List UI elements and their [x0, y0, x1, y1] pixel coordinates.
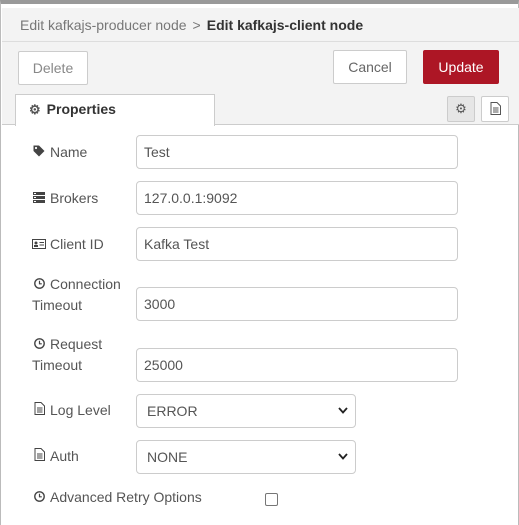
brokers-input[interactable]: 127.0.0.1:9092 — [136, 181, 458, 215]
cancel-button[interactable]: Cancel — [333, 50, 407, 84]
tab-properties[interactable]: ⚙ Properties — [15, 94, 215, 126]
file-icon — [32, 401, 46, 421]
chevron-down-icon — [337, 441, 349, 485]
file-text-icon — [490, 102, 501, 116]
gear-icon: ⚙ — [455, 101, 467, 116]
file-icon — [32, 447, 46, 467]
auth-select[interactable]: NONE — [136, 440, 356, 474]
breadcrumb-separator: > — [192, 17, 201, 33]
retry-label: Advanced Retry Options — [32, 487, 202, 508]
delete-button[interactable]: Delete — [18, 51, 88, 85]
settings-tab-button[interactable]: ⚙ — [447, 96, 475, 122]
clientid-label: Client ID — [32, 234, 104, 255]
clock-icon — [32, 275, 46, 295]
request-timeout-label-line1: Request — [50, 336, 103, 352]
brokers-label: Brokers — [32, 188, 98, 209]
log-level-label-text: Log Level — [50, 402, 111, 418]
name-label-text: Name — [50, 144, 88, 160]
connection-timeout-label-line1: Connection — [50, 276, 121, 292]
connection-timeout-label-line2: Timeout — [32, 297, 83, 313]
request-timeout-label-line2: Timeout — [32, 357, 83, 373]
log-level-label: Log Level — [32, 400, 111, 421]
name-label: Name — [32, 142, 87, 163]
breadcrumb-current: Edit kafkajs-client node — [206, 17, 364, 33]
server-icon — [32, 189, 46, 209]
retry-checkbox[interactable] — [265, 493, 278, 506]
auth-value: NONE — [147, 449, 188, 465]
gear-icon: ⚙ — [29, 102, 41, 117]
breadcrumb: Edit kafkajs-producer node > Edit kafkajs-… — [2, 8, 519, 42]
log-level-select[interactable]: ERROR — [136, 394, 356, 428]
retry-label-text: Advanced Retry Options — [50, 489, 202, 505]
connection-timeout-input[interactable]: 3000 — [136, 287, 458, 321]
clientid-label-text: Client ID — [50, 236, 104, 252]
tab-properties-label: Properties — [46, 101, 116, 117]
tray-toolbar: Delete Cancel Update — [2, 42, 519, 92]
request-timeout-input[interactable]: 25000 — [136, 348, 458, 382]
description-tab-button[interactable] — [481, 96, 509, 122]
request-timeout-label: Request Timeout — [32, 334, 102, 375]
edit-tray: Edit kafkajs-producer node > Edit kafkajs-… — [0, 0, 519, 525]
tag-icon — [32, 143, 46, 163]
auth-label: Auth — [32, 446, 79, 467]
chevron-down-icon — [337, 395, 349, 439]
name-input[interactable]: Test — [136, 135, 458, 169]
auth-label-text: Auth — [50, 448, 79, 464]
brokers-label-text: Brokers — [50, 190, 99, 206]
clock-icon — [32, 335, 46, 355]
clock-icon — [32, 488, 46, 508]
id-card-icon — [32, 235, 46, 255]
log-level-value: ERROR — [147, 403, 198, 419]
tab-bar: ⚙ Properties ⚙ — [2, 92, 519, 126]
connection-timeout-label: Connection Timeout — [32, 274, 121, 315]
breadcrumb-parent[interactable]: Edit kafkajs-producer node — [20, 17, 187, 33]
update-button[interactable]: Update — [423, 50, 499, 84]
clientid-input[interactable]: Kafka Test — [136, 227, 458, 261]
